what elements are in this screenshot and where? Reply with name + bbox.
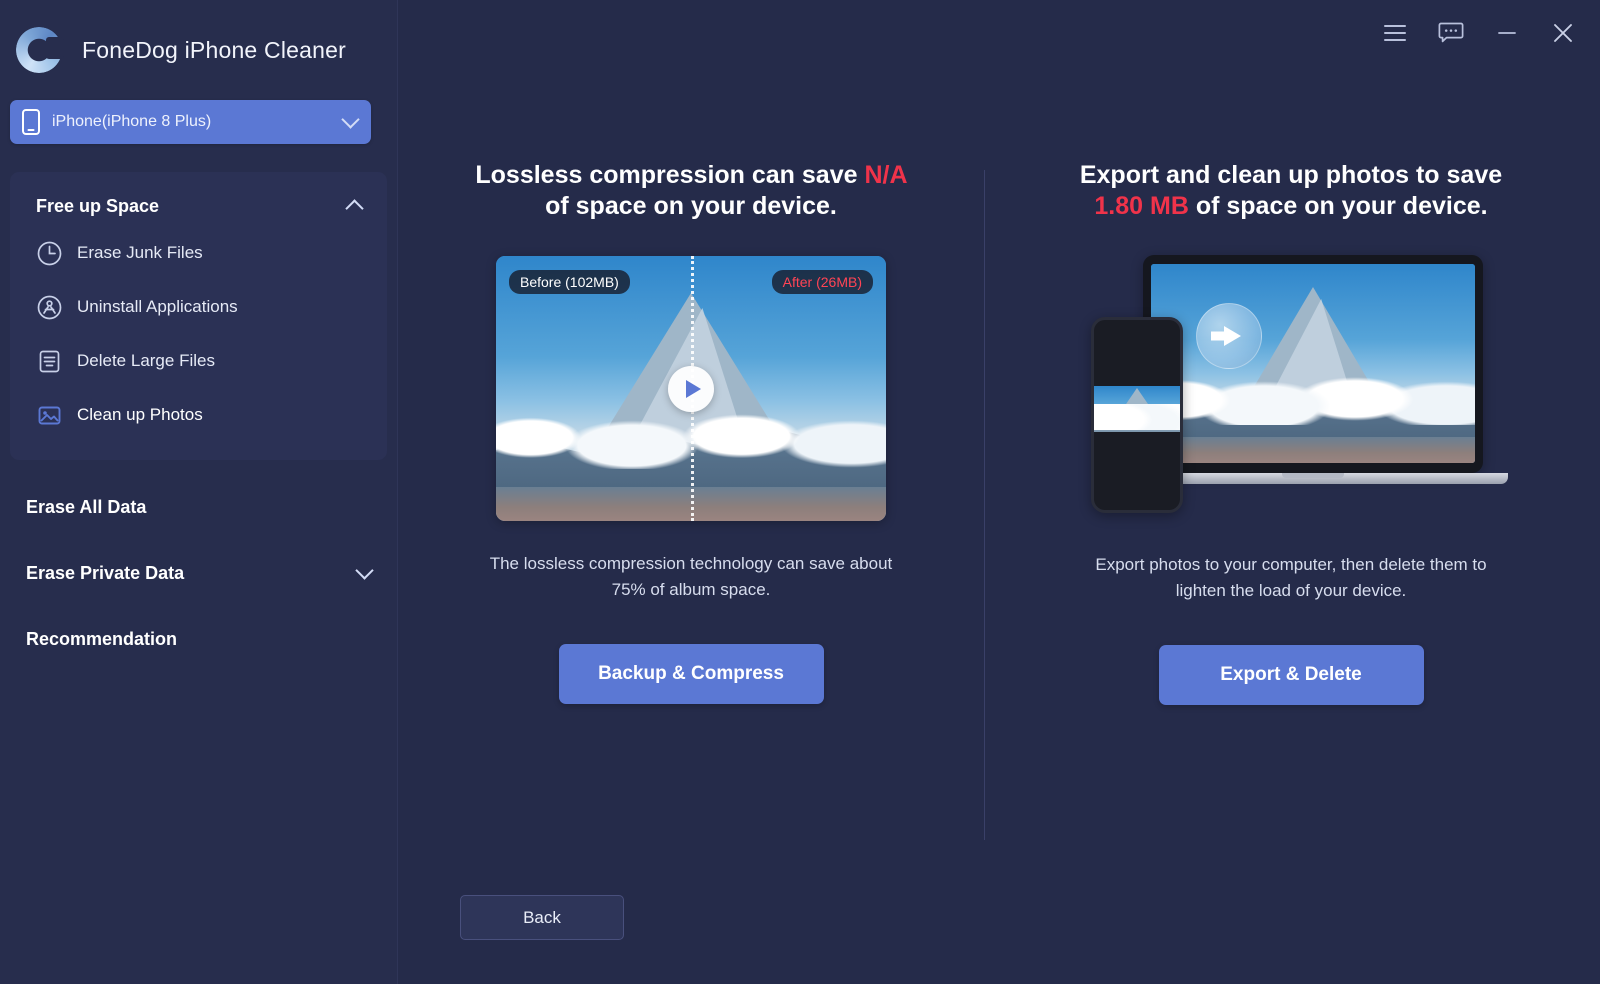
export-and-delete-button[interactable]: Export & Delete	[1158, 645, 1424, 705]
main-content: Lossless compression can save N/A of spa…	[398, 0, 1600, 984]
play-icon[interactable]	[668, 365, 714, 412]
document-lines-icon	[36, 348, 63, 375]
sidebar: FoneDog iPhone Cleaner iPhone(iPhone 8 P…	[0, 0, 398, 984]
compression-description: The lossless compression technology can …	[489, 554, 893, 599]
device-transfer-illustration	[1091, 247, 1508, 522]
app-brand: FoneDog iPhone Cleaner	[0, 0, 397, 100]
minimize-icon[interactable]	[1492, 18, 1522, 48]
feedback-icon[interactable]	[1436, 18, 1466, 48]
photo-icon	[36, 402, 63, 429]
sidebar-section-label: Erase Private Data	[26, 562, 185, 583]
laptop-illustration	[1118, 255, 1508, 484]
sidebar-section-label: Recommendation	[26, 628, 178, 649]
export-panel: Export and clean up photos to save 1.80 …	[984, 160, 1598, 705]
phone-illustration	[1091, 317, 1183, 513]
sidebar-item-recommendation[interactable]: Recommendation	[0, 606, 397, 672]
back-button[interactable]: Back	[460, 895, 624, 940]
compression-panel: Lossless compression can save N/A of spa…	[398, 160, 984, 705]
fonedog-c-logo-icon	[12, 23, 66, 77]
export-title: Export and clean up photos to save 1.80 …	[1071, 160, 1511, 221]
sidebar-item-clean-up-photos[interactable]: Clean up Photos	[10, 388, 387, 442]
compression-title-post: of space on your device.	[545, 191, 837, 220]
menu-icon[interactable]	[1380, 18, 1410, 48]
chevron-up-icon	[345, 199, 364, 218]
compression-title-highlight: N/A	[864, 161, 907, 189]
compression-title-pre: Lossless compression can save	[475, 161, 865, 189]
sidebar-section-label: Erase All Data	[26, 496, 147, 517]
sidebar-group-label: Free up Space	[36, 195, 160, 216]
compression-title: Lossless compression can save N/A of spa…	[471, 160, 911, 221]
export-description: Export photos to your computer, then del…	[1095, 555, 1487, 600]
before-after-preview[interactable]: Before (102MB) After (26MB)	[496, 256, 886, 521]
uninstall-app-icon	[36, 294, 63, 321]
sidebar-item-label: Erase Junk Files	[77, 243, 203, 262]
export-title-highlight: 1.80 MB	[1094, 191, 1189, 220]
sidebar-group-free-up-space[interactable]: Free up Space	[10, 186, 387, 226]
window-controls	[1380, 0, 1600, 66]
sidebar-item-erase-all-data[interactable]: Erase All Data	[0, 474, 397, 540]
sidebar-item-label: Delete Large Files	[77, 351, 215, 370]
chevron-down-icon	[355, 561, 374, 580]
sidebar-item-delete-large-files[interactable]: Delete Large Files	[10, 334, 387, 388]
sidebar-item-uninstall-applications[interactable]: Uninstall Applications	[10, 280, 387, 334]
sidebar-item-erase-junk-files[interactable]: Erase Junk Files	[10, 226, 387, 280]
phone-photo-strip	[1094, 386, 1180, 432]
sidebar-item-erase-private-data[interactable]: Erase Private Data	[0, 540, 397, 606]
free-up-space-group: Free up Space Erase Junk Files Uninstall…	[10, 172, 387, 460]
app-window: FoneDog iPhone Cleaner iPhone(iPhone 8 P…	[0, 0, 1600, 984]
device-selector-value: iPhone(iPhone 8 Plus)	[52, 113, 212, 130]
chevron-down-icon	[341, 110, 360, 129]
panel-divider	[984, 170, 985, 840]
export-title-post: of space on your device.	[1188, 191, 1488, 220]
backup-and-compress-button[interactable]: Backup & Compress	[558, 644, 824, 704]
close-icon[interactable]	[1548, 18, 1578, 48]
after-tag: After (26MB)	[771, 270, 873, 294]
before-tag: Before (102MB)	[509, 270, 630, 294]
transfer-arrow-icon	[1196, 303, 1262, 369]
clock-icon	[36, 240, 63, 267]
phone-icon	[22, 109, 40, 135]
app-title: FoneDog iPhone Cleaner	[82, 36, 346, 63]
export-title-pre: Export and clean up photos to save	[1079, 161, 1503, 189]
panels: Lossless compression can save N/A of spa…	[398, 160, 1600, 840]
sidebar-item-label: Clean up Photos	[77, 405, 203, 424]
sidebar-item-label: Uninstall Applications	[77, 297, 238, 316]
device-selector[interactable]: iPhone(iPhone 8 Plus)	[10, 100, 371, 144]
